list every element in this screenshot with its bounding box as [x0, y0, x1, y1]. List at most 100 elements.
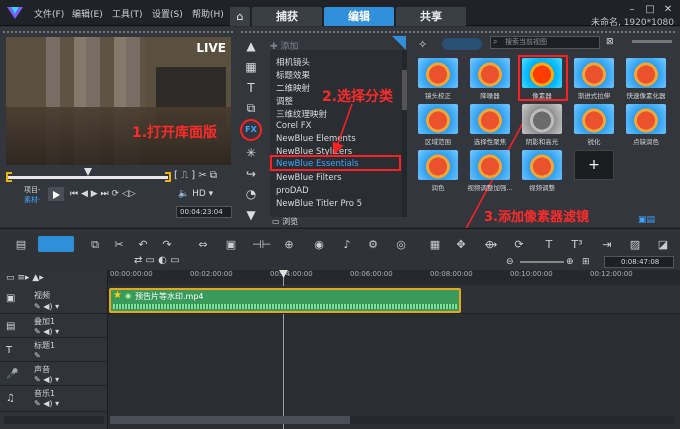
fit-icon[interactable]: ⇔	[196, 238, 210, 252]
filter-thumb[interactable]	[574, 104, 614, 134]
filter-thumb[interactable]	[626, 104, 666, 134]
title-icon[interactable]: T	[243, 80, 259, 96]
audio-icon[interactable]: ♪	[340, 238, 354, 252]
path-icon[interactable]: ↪	[243, 166, 259, 182]
player-timecode[interactable]: 00:04:23:04	[176, 206, 232, 218]
tab-share[interactable]: 共享	[396, 7, 466, 26]
text-icon[interactable]: T	[542, 238, 556, 252]
timeline-view-button[interactable]	[38, 236, 74, 252]
home-tab[interactable]: ⌂	[230, 7, 250, 26]
category-item[interactable]: NewBlue Filters	[276, 173, 342, 183]
track-manager-icon[interactable]: ▭ ≡▸ ▲▸	[6, 273, 44, 283]
cut-icon[interactable]: ✂	[112, 238, 126, 252]
redo-icon[interactable]: ↷	[160, 238, 174, 252]
filter-thumb[interactable]	[574, 58, 614, 88]
filter-thumb[interactable]	[418, 150, 458, 180]
filter-thumb[interactable]	[470, 104, 510, 134]
copy-icon[interactable]: ⧉	[88, 238, 102, 252]
menu-tools[interactable]: 工具(T)	[112, 7, 143, 20]
split-icon[interactable]: ⊣⊢	[252, 238, 271, 252]
record-icon[interactable]: ◉	[312, 238, 326, 252]
secondary-tools[interactable]: ⇄ ▭ ◐ ▭	[134, 255, 180, 266]
mode-project[interactable]: 项目-	[24, 185, 41, 195]
browse-button[interactable]: ▭ 浏览	[272, 216, 298, 227]
fx-button[interactable]: FX	[243, 122, 259, 138]
color-icon[interactable]: ▨	[628, 238, 642, 252]
zoom-in-icon[interactable]: ⊕	[566, 257, 574, 267]
scroll-down-icon[interactable]: ▼	[243, 207, 259, 223]
menu-edit[interactable]: 编辑(E)	[72, 7, 103, 20]
filter-thumb[interactable]	[522, 150, 562, 180]
category-item[interactable]: NewBlue Elements	[276, 134, 356, 144]
mark-in-icon[interactable]	[6, 172, 12, 182]
play-button[interactable]	[48, 187, 64, 201]
header-scrollbar[interactable]	[4, 416, 104, 424]
category-item[interactable]: NewBlue Titler Pro 5	[276, 199, 362, 209]
track-controls[interactable]: ✎ ◀) ▾	[34, 302, 59, 311]
volume-icon[interactable]: 🔈 HD ▾	[178, 189, 213, 199]
filter-thumb[interactable]	[418, 104, 458, 134]
mixer-icon[interactable]: ⚙	[366, 238, 380, 252]
tab-capture[interactable]: 捕获	[252, 7, 322, 26]
crop-icon[interactable]: ◪	[656, 238, 670, 252]
clear-search-icon[interactable]: ⊠	[606, 37, 614, 47]
multicam-icon[interactable]: ◎	[394, 238, 408, 252]
transition-icon[interactable]: ⧉	[243, 100, 259, 116]
category-item[interactable]: Corel FX	[276, 121, 311, 131]
timeline-scrollbar[interactable]	[110, 416, 674, 424]
mode-clip[interactable]: 素材-	[24, 195, 41, 205]
effect-icon[interactable]: ⟴	[484, 238, 498, 252]
app-logo-icon	[7, 7, 23, 19]
undo-icon[interactable]: ↶	[136, 238, 150, 252]
filter-thumb[interactable]	[470, 58, 510, 88]
add-filter-icon[interactable]: +	[574, 150, 614, 180]
track-controls[interactable]: ✎	[34, 351, 41, 360]
stabilize-icon[interactable]: ✥	[454, 238, 468, 252]
video-clip[interactable]: ★ ◉ 预告片等水印.mp4	[109, 288, 461, 313]
category-list[interactable]: 相机镜头 标题效果 二维映射 调整 三维纹理映射 Corel FX NewBlu…	[270, 50, 402, 217]
track-controls[interactable]: ✎ ◀) ▾	[34, 327, 59, 336]
category-scrollbar[interactable]	[402, 50, 407, 217]
speed-icon[interactable]: ◔	[243, 186, 259, 202]
fit-project-icon[interactable]: ⊞	[582, 257, 590, 267]
track-controls[interactable]: ✎ ◀) ▾	[34, 375, 59, 384]
export-icon[interactable]: ⇥	[600, 238, 614, 252]
category-item[interactable]: 相机镜头	[276, 56, 310, 68]
tab-edit[interactable]: 编辑	[324, 7, 394, 26]
transport-controls[interactable]: ⏮ ◀ ▶ ⏭ ⟳ ◁▷	[70, 189, 136, 199]
filter-thumb[interactable]	[522, 104, 562, 134]
category-item[interactable]: proDAD	[276, 186, 309, 196]
fx-star-icon[interactable]: ✧	[418, 38, 427, 51]
scrubber-track[interactable]	[8, 176, 168, 179]
title3d-icon[interactable]: T³	[570, 238, 584, 252]
view-toggle[interactable]	[442, 38, 482, 50]
mask-icon[interactable]: ▦	[428, 238, 442, 252]
category-item[interactable]: 二维映射	[276, 82, 310, 94]
view-mode-icons[interactable]: ▣▤	[638, 215, 655, 225]
thumb-size-slider[interactable]	[632, 40, 672, 43]
media-icon[interactable]: ▦	[243, 59, 259, 75]
category-item[interactable]: 标题效果	[276, 69, 310, 81]
trim-icons[interactable]: [ ⎍ ] ✂ ⧉	[174, 170, 217, 181]
scroll-up-icon[interactable]: ▲	[243, 38, 259, 54]
zoom-out-icon[interactable]: ⊖	[506, 257, 514, 267]
track-controls[interactable]: ✎ ◀) ▾	[34, 399, 59, 408]
menu-file[interactable]: 文件(F)	[34, 7, 64, 20]
graphics-icon[interactable]: ✳	[243, 145, 259, 161]
filter-thumb[interactable]	[470, 150, 510, 180]
preview-window[interactable]: LIVE	[6, 37, 231, 165]
snapshot-icon[interactable]: ▣	[224, 238, 238, 252]
filter-thumb[interactable]	[418, 58, 458, 88]
menu-help[interactable]: 帮助(H)	[192, 7, 224, 20]
zoom-slider[interactable]	[520, 261, 564, 263]
category-item[interactable]: 三维纹理映射	[276, 108, 327, 120]
search-input[interactable]: 搜索当前视图	[490, 36, 600, 49]
category-item[interactable]: 调整	[276, 95, 293, 107]
loop-icon[interactable]: ⟳	[512, 238, 526, 252]
timeline-timecode[interactable]: 0:08:47:08	[604, 256, 674, 268]
menu-settings[interactable]: 设置(S)	[152, 7, 183, 20]
motion-icon[interactable]: ⊕	[282, 238, 296, 252]
filter-thumb[interactable]	[626, 58, 666, 88]
storyboard-icon[interactable]: ▤	[14, 238, 28, 252]
mark-out-icon[interactable]	[165, 172, 171, 182]
